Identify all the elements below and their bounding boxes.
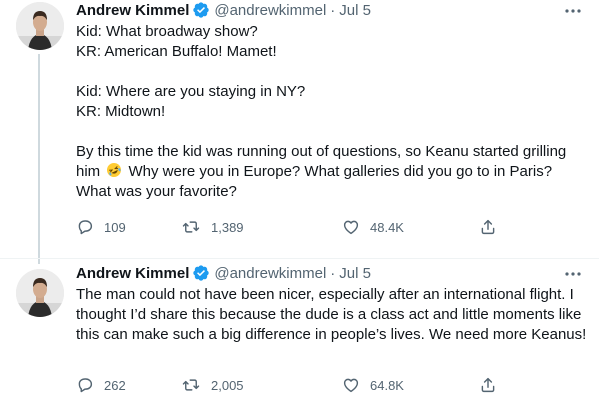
header-separator: · — [330, 1, 336, 19]
rolling-on-floor-laughing-emoji-icon — [106, 162, 122, 178]
like-count: 48.4K — [370, 219, 404, 235]
avatar-photo-icon — [16, 2, 64, 50]
reply-icon — [78, 378, 93, 393]
tweet[interactable]: Andrew Kimmel @andrewkimmel · Jul 5 The … — [0, 258, 599, 412]
tweet-line: Kid: What broadway show? — [76, 23, 258, 40]
reply-count: 262 — [104, 377, 126, 393]
tweet-text: Kid: What broadway show? KR: American Bu… — [76, 22, 588, 202]
tweet-line: KR: American Buffalo! Mamet! — [76, 43, 277, 60]
tweet-date[interactable]: Jul 5 — [339, 265, 371, 282]
retweet-count: 2,005 — [211, 377, 244, 393]
verified-badge-icon — [192, 264, 210, 282]
share-button[interactable] — [479, 217, 497, 237]
heart-icon — [343, 378, 359, 393]
header-separator: · — [330, 264, 336, 282]
share-button[interactable] — [479, 375, 497, 395]
like-count: 64.8K — [370, 377, 404, 393]
retweet-icon — [182, 221, 200, 233]
reply-icon — [78, 220, 93, 235]
author-handle[interactable]: @andrewkimmel — [214, 2, 326, 19]
more-options-icon[interactable] — [563, 265, 583, 283]
author-name[interactable]: Andrew Kimmel — [76, 265, 189, 282]
reply-count: 109 — [104, 219, 126, 235]
retweet-icon — [182, 379, 200, 391]
avatar[interactable] — [16, 269, 64, 317]
verified-badge-icon — [192, 1, 210, 19]
avatar-photo-icon — [16, 269, 64, 317]
tweet-header: Andrew Kimmel @andrewkimmel · Jul 5 — [76, 0, 371, 20]
like-button[interactable]: 64.8K — [342, 375, 404, 395]
thread-line — [38, 54, 40, 264]
author-name[interactable]: Andrew Kimmel — [76, 2, 189, 19]
avatar[interactable] — [16, 2, 64, 50]
share-icon — [481, 219, 495, 235]
tweet-date[interactable]: Jul 5 — [339, 2, 371, 19]
retweet-button[interactable]: 1,389 — [181, 217, 244, 237]
heart-icon — [343, 220, 359, 235]
tweet-actions: 262 2,005 64.8K — [76, 375, 516, 395]
tweet-text: The man could not have been nicer, espec… — [76, 285, 588, 345]
tweet-header: Andrew Kimmel @andrewkimmel · Jul 5 — [76, 263, 371, 283]
tweet[interactable]: Andrew Kimmel @andrewkimmel · Jul 5 Kid:… — [0, 0, 599, 264]
retweet-count: 1,389 — [211, 219, 244, 235]
share-icon — [481, 377, 495, 393]
more-options-icon[interactable] — [563, 2, 583, 20]
tweet-paragraph: The man could not have been nicer, espec… — [76, 286, 587, 343]
reply-button[interactable]: 109 — [76, 217, 126, 237]
reply-button[interactable]: 262 — [76, 375, 126, 395]
tweet-line: KR: Midtown! — [76, 103, 166, 120]
tweet-actions: 109 1,389 48.4K — [76, 217, 516, 237]
like-button[interactable]: 48.4K — [342, 217, 404, 237]
author-handle[interactable]: @andrewkimmel — [214, 265, 326, 282]
tweet-line: Why were you in Europe? What galleries d… — [76, 163, 553, 200]
retweet-button[interactable]: 2,005 — [181, 375, 244, 395]
tweet-line: Kid: Where are you staying in NY? — [76, 83, 306, 100]
tweet-paragraph: By this time the kid was running out of … — [76, 142, 588, 202]
